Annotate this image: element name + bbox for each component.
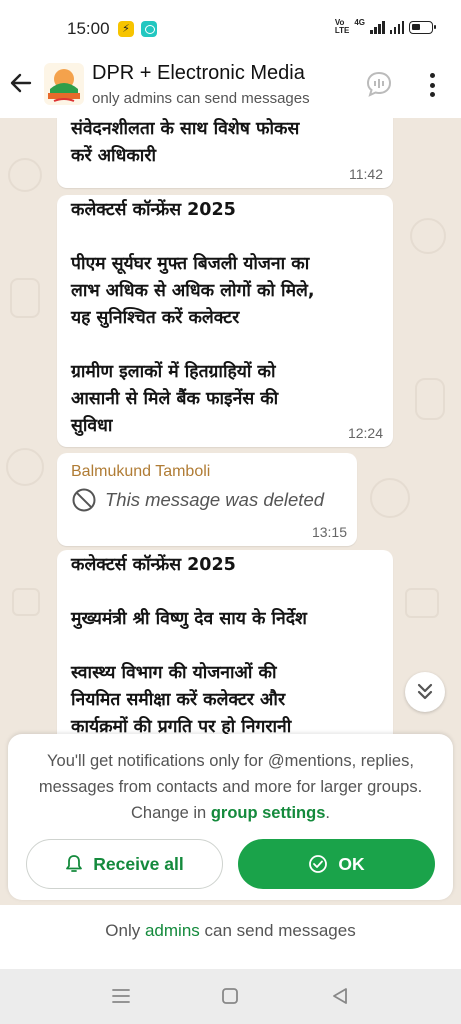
message-time: 11:42	[349, 166, 383, 182]
message-text: संवेदनशीलता के साथ विशेष फोकस करें अधिका…	[71, 119, 300, 166]
message-time: 13:15	[311, 524, 347, 540]
volte-label-bottom: LTE	[334, 26, 350, 35]
wallpaper-doodle	[6, 448, 44, 486]
chat-app-icon	[141, 21, 157, 37]
group-settings-link[interactable]: group settings	[211, 804, 326, 822]
volte-indicator: Vo LTE	[335, 19, 350, 35]
wallpaper-doodle	[8, 158, 42, 192]
message-time: 12:24	[347, 425, 383, 441]
lightning-app-icon: ⚡	[118, 21, 134, 37]
voice-chat-icon[interactable]	[365, 70, 393, 98]
deleted-icon	[72, 488, 96, 512]
signal-icon-secondary	[389, 20, 404, 34]
group-avatar[interactable]	[44, 63, 84, 105]
system-navigation-bar	[0, 969, 461, 1024]
admins-link[interactable]: admins	[145, 921, 200, 940]
chat-header: DPR + Electronic Media only admins can s…	[0, 58, 461, 118]
deleted-message-bubble[interactable]: Balmukund Tamboli This message was delet…	[57, 453, 357, 546]
check-circle-icon	[309, 855, 328, 873]
receive-all-label: Receive all	[93, 853, 184, 874]
chat-area[interactable]: संवेदनशीलता के साथ विशेष फोकस करें अधिका…	[0, 118, 461, 734]
footer-text: Only admins can send messages	[0, 921, 461, 941]
back-arrow-icon[interactable]	[8, 70, 34, 96]
status-indicators: Vo LTE 4G	[335, 18, 436, 35]
more-options-icon[interactable]	[425, 72, 439, 98]
wallpaper-doodle	[410, 218, 446, 254]
message-bubble[interactable]: संवेदनशीलता के साथ विशेष फोकस करें अधिका…	[57, 118, 393, 188]
message-text: कलेक्टर्स कॉन्फ्रेंस 2025 मुख्यमंत्री श्…	[71, 555, 307, 734]
ok-label: OK	[338, 853, 365, 874]
sender-name[interactable]: Balmukund Tamboli	[57, 453, 357, 481]
deleted-message-text: This message was deleted	[105, 489, 325, 510]
home-icon[interactable]	[219, 985, 241, 1007]
deleted-message-row: This message was deleted	[57, 481, 357, 513]
wallpaper-doodle	[12, 588, 40, 616]
footer-text-start: Only	[105, 921, 145, 940]
bell-icon	[66, 855, 83, 872]
receive-all-button[interactable]: Receive all	[26, 839, 223, 889]
status-time: 15:00	[67, 19, 110, 38]
wallpaper-doodle	[10, 278, 40, 318]
scroll-to-bottom-button[interactable]	[405, 672, 445, 712]
back-nav-icon[interactable]	[329, 985, 351, 1007]
notice-text: You'll get notifications only for @menti…	[22, 748, 439, 826]
battery-icon	[409, 20, 436, 34]
status-bar: 15:00 ⚡ Vo LTE 4G	[0, 0, 461, 58]
wallpaper-doodle	[370, 478, 410, 518]
network-type-label: 4G	[354, 18, 365, 27]
notice-text-end: .	[325, 804, 330, 822]
group-subtitle[interactable]: only admins can send messages	[92, 90, 310, 107]
admin-only-footer: Only admins can send messages	[0, 905, 461, 969]
ok-button[interactable]: OK	[238, 839, 435, 889]
group-title[interactable]: DPR + Electronic Media	[92, 62, 305, 85]
message-text: कलेक्टर्स कॉन्फ्रेंस 2025 पीएम सूर्यघर म…	[71, 200, 315, 436]
signal-icon	[370, 20, 385, 34]
wallpaper-doodle	[415, 378, 445, 420]
message-bubble[interactable]: कलेक्टर्स कॉन्फ्रेंस 2025 पीएम सूर्यघर म…	[57, 195, 393, 447]
message-bubble[interactable]: कलेक्टर्स कॉन्फ्रेंस 2025 मुख्यमंत्री श्…	[57, 550, 393, 734]
wallpaper-doodle	[405, 588, 439, 618]
double-chevron-down-icon	[417, 683, 433, 700]
notification-notice-card: You'll get notifications only for @menti…	[8, 734, 453, 900]
footer-text-end: can send messages	[199, 921, 356, 940]
recent-apps-icon[interactable]	[110, 985, 132, 1007]
